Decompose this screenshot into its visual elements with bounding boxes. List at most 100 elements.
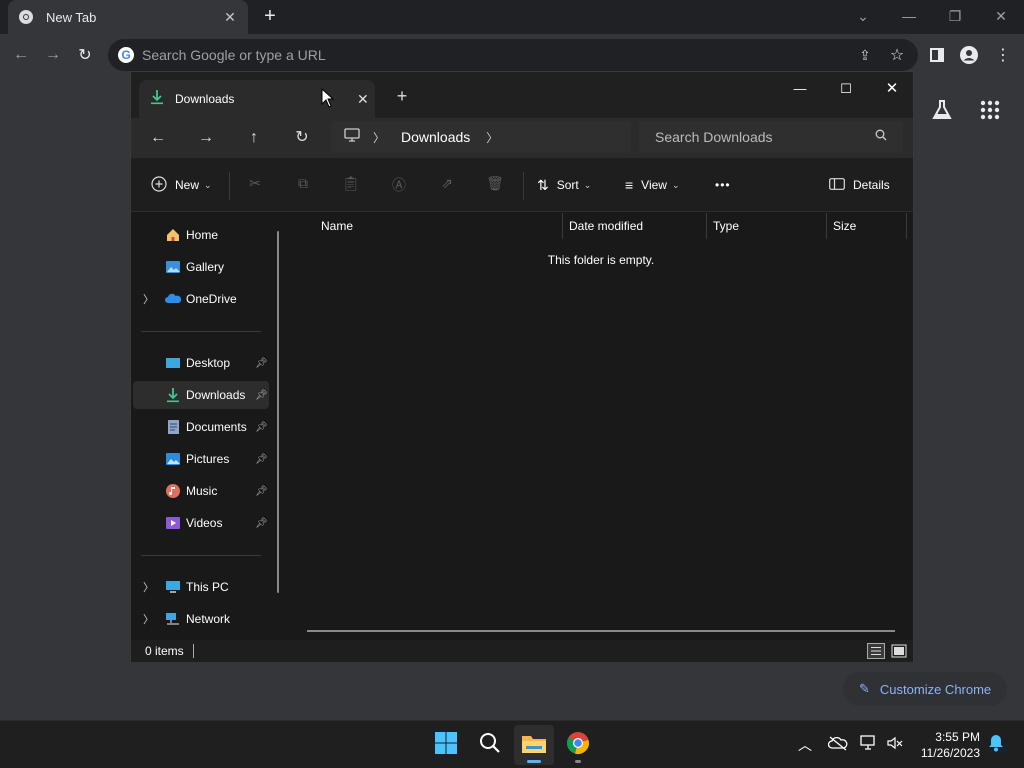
copy-icon[interactable]: ⧉ (293, 175, 313, 195)
onedrive-offline-icon[interactable] (827, 735, 848, 754)
search-icon (479, 732, 501, 759)
pin-icon[interactable]: 📌︎ (255, 358, 268, 369)
chrome-tab-close-icon[interactable]: ✕ (222, 9, 238, 26)
pin-icon[interactable]: 📌︎ (255, 486, 268, 497)
details-view-icon[interactable] (867, 643, 885, 664)
sidebar-item-label: This PC (186, 580, 229, 594)
sidebar-item-this-pc[interactable]: 〉 This PC (133, 573, 269, 601)
profile-avatar-icon[interactable] (956, 42, 982, 68)
share-icon[interactable]: ⇪ (852, 42, 878, 68)
view-button[interactable]: ≡ View ⌄ (625, 172, 680, 198)
chrome-restore-icon[interactable]: ❐ (940, 5, 970, 27)
explorer-maximize-icon[interactable]: ☐ (831, 78, 861, 100)
taskbar-search-button[interactable] (470, 725, 510, 765)
divider (229, 172, 230, 200)
new-button-label: New (175, 178, 200, 192)
sidebar-item-label: Music (186, 484, 218, 498)
cut-icon[interactable]: ✂ (245, 175, 265, 195)
column-header-date-modified[interactable]: Date modified (569, 213, 643, 239)
chrome-close-icon[interactable]: ✕ (986, 5, 1016, 27)
pin-icon[interactable]: 📌︎ (255, 454, 268, 465)
chrome-reload-icon[interactable]: ↻ (72, 42, 98, 68)
taskbar-clock[interactable]: 3:55 PM 11/26/2023 (916, 729, 980, 761)
column-divider[interactable] (826, 213, 827, 239)
horizontal-scrollbar[interactable] (307, 630, 895, 632)
taskbar: ︿ 3:55 PM 11/26/2023 (0, 720, 1024, 768)
sort-button[interactable]: ⇅ Sort ⌄ (537, 172, 591, 198)
address-bar[interactable]: 〉 Downloads 〉 (331, 121, 631, 153)
breadcrumb-chevron-icon[interactable]: 〉 (486, 129, 498, 146)
sidebar-item-music[interactable]: Music 📌︎ (133, 477, 269, 505)
plus-circle-icon (151, 175, 167, 195)
expand-chevron-icon[interactable]: 〉 (143, 291, 154, 307)
share-icon[interactable]: ⇗ (437, 175, 457, 195)
chrome-icon (566, 731, 590, 760)
delete-icon[interactable]: 🗑︎ (485, 175, 505, 195)
sidebar-item-home[interactable]: Home (133, 221, 269, 249)
google-apps-icon[interactable] (978, 98, 1002, 122)
search-box[interactable]: Search Downloads (639, 121, 903, 153)
chrome-tab-search-icon[interactable]: ⌄ (848, 5, 878, 27)
chrome-menu-icon[interactable]: ⋮ (990, 42, 1016, 68)
start-button[interactable] (426, 725, 466, 765)
customize-chrome-button[interactable]: ✎ Customize Chrome (843, 672, 1007, 706)
forward-arrow-icon[interactable]: → (193, 126, 219, 150)
breadcrumb-downloads[interactable]: Downloads (401, 129, 470, 145)
column-header-size[interactable]: Size (833, 213, 856, 239)
notification-bell-icon[interactable] (988, 734, 1004, 755)
breadcrumb-chevron-icon[interactable]: 〉 (373, 129, 385, 146)
paste-icon[interactable]: 📋︎ (341, 175, 361, 195)
more-options-icon[interactable]: ••• (715, 172, 731, 198)
sidebar-item-desktop[interactable]: Desktop 📌︎ (133, 349, 269, 377)
large-icons-view-icon[interactable] (891, 643, 907, 664)
divider (193, 644, 194, 658)
column-divider[interactable] (562, 213, 563, 239)
sidebar-item-downloads[interactable]: Downloads 📌︎ (133, 381, 269, 409)
explorer-new-tab-button[interactable]: + (393, 86, 411, 107)
sidebar-scrollbar[interactable] (277, 231, 279, 593)
chrome-tab-new-tab[interactable]: New Tab ✕ (8, 0, 248, 34)
pin-icon[interactable]: 📌︎ (255, 390, 268, 401)
details-button[interactable]: Details (829, 172, 890, 198)
sidebar-item-gallery[interactable]: Gallery (133, 253, 269, 281)
column-header-type[interactable]: Type (713, 213, 739, 239)
expand-chevron-icon[interactable]: 〉 (143, 611, 154, 627)
omnibox-placeholder: Search Google or type a URL (142, 47, 326, 63)
column-divider[interactable] (706, 213, 707, 239)
sidebar-item-onedrive[interactable]: 〉 OneDrive (133, 285, 269, 313)
taskbar-chrome[interactable] (558, 725, 598, 765)
sidebar-item-documents[interactable]: Documents 📌︎ (133, 413, 269, 441)
new-button[interactable]: New ⌄ (151, 172, 212, 198)
chrome-back-icon[interactable]: ← (8, 42, 34, 68)
expand-chevron-icon[interactable]: 〉 (143, 579, 154, 595)
explorer-tab-close-icon[interactable]: ✕ (357, 91, 369, 108)
taskbar-file-explorer[interactable] (514, 725, 554, 765)
explorer-close-icon[interactable]: ✕ (877, 78, 907, 100)
volume-muted-icon[interactable] (886, 735, 904, 754)
show-hidden-icons-chevron-icon[interactable]: ︿ (798, 735, 812, 755)
chrome-forward-icon[interactable]: → (40, 42, 66, 68)
explorer-tab-downloads[interactable]: Downloads ✕ (139, 80, 375, 118)
back-arrow-icon[interactable]: ← (145, 126, 171, 150)
side-panel-icon[interactable] (924, 42, 950, 68)
network-status-icon[interactable] (860, 735, 878, 754)
sidebar-item-videos[interactable]: Videos 📌︎ (133, 509, 269, 537)
sidebar-item-pictures[interactable]: Pictures 📌︎ (133, 445, 269, 473)
chrome-omnibox[interactable]: G Search Google or type a URL (108, 39, 918, 71)
column-header-name[interactable]: Name (321, 213, 353, 239)
chrome-new-tab-button[interactable]: + (258, 6, 282, 28)
refresh-icon[interactable]: ↻ (289, 126, 315, 150)
chrome-minimize-icon[interactable]: — (894, 5, 924, 27)
column-divider[interactable] (906, 213, 907, 239)
navigation-pane: Home Gallery 〉 OneDrive Desktop 📌︎ Downl… (131, 213, 289, 640)
sidebar-item-network[interactable]: 〉 Network (133, 605, 269, 633)
search-input[interactable]: Search Downloads (655, 129, 875, 145)
explorer-minimize-icon[interactable]: — (785, 78, 815, 100)
bookmark-star-icon[interactable]: ☆ (884, 42, 910, 68)
pin-icon[interactable]: 📌︎ (255, 422, 268, 433)
rename-icon[interactable]: Ⓐ (389, 175, 409, 195)
pin-icon[interactable]: 📌︎ (255, 518, 268, 529)
up-arrow-icon[interactable]: ↑ (241, 126, 267, 150)
divider (141, 555, 261, 556)
chrome-labs-icon[interactable] (930, 98, 954, 122)
